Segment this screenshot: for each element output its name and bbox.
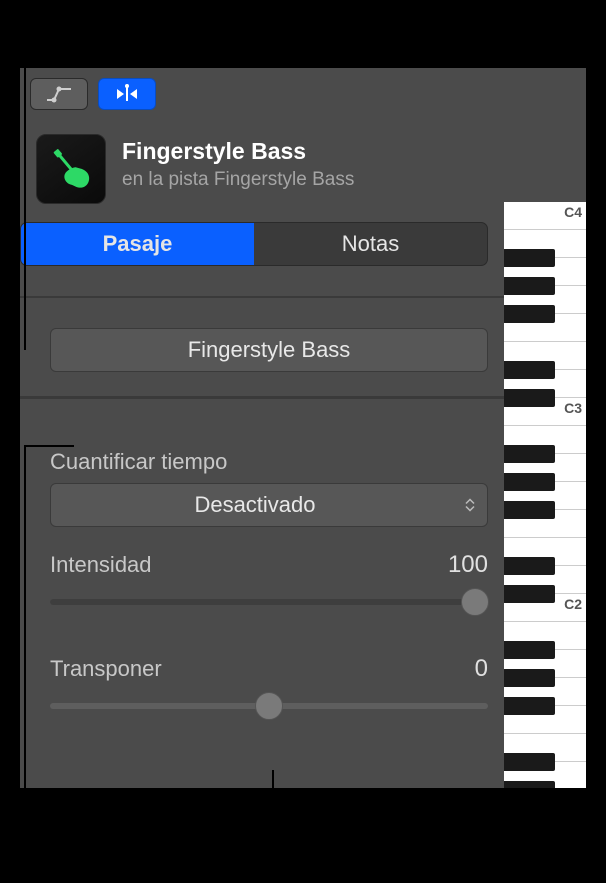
black-key[interactable] [504,753,555,771]
intensity-value[interactable]: 100 [448,551,488,579]
instrument-header: Fingerstyle Bass en la pista Fingerstyle… [20,120,504,214]
key-label: C2 [564,596,582,612]
black-key[interactable] [504,697,555,715]
instrument-icon-box[interactable] [36,134,106,204]
key-label: C4 [564,204,582,220]
transpose-slider-thumb[interactable] [255,692,283,720]
transpose-value[interactable]: 0 [475,655,488,683]
black-key[interactable] [504,277,555,295]
quantize-select[interactable]: Desactivado [50,483,488,527]
black-key[interactable] [504,641,555,659]
view-mode-tabs: Pasaje Notas [20,222,488,266]
tab-region[interactable]: Pasaje [21,223,254,265]
toolbar [20,68,504,120]
controls-section: Cuantificar tiempo Desactivado Intensida… [20,399,504,709]
quantize-value: Desactivado [194,492,315,517]
catch-mode-button[interactable] [98,78,156,110]
automation-mode-button[interactable] [30,78,88,110]
divider [20,296,504,298]
transpose-slider[interactable] [50,703,488,709]
black-key[interactable] [504,585,555,603]
region-name-field[interactable]: Fingerstyle Bass [50,328,488,372]
chevron-updown-icon [465,499,475,512]
transpose-label: Transponer [50,656,162,682]
black-key[interactable] [504,557,555,575]
bass-guitar-icon [43,141,99,197]
instrument-text: Fingerstyle Bass en la pista Fingerstyle… [122,134,488,204]
catch-playhead-icon [113,84,141,104]
black-key[interactable] [504,361,555,379]
key-label: C3 [564,400,582,416]
black-key[interactable] [504,305,555,323]
main-content: Fingerstyle Bass en la pista Fingerstyle… [20,68,504,788]
inspector-panel: Fingerstyle Bass en la pista Fingerstyle… [20,68,586,788]
intensity-slider-fill [50,599,475,605]
tab-notes[interactable]: Notas [254,223,487,265]
intensity-row: Intensidad 100 [50,551,488,579]
piano-keyboard[interactable]: C4C3C2C1 [504,202,586,788]
intensity-slider[interactable] [50,599,488,605]
black-key[interactable] [504,445,555,463]
instrument-subtitle: en la pista Fingerstyle Bass [122,169,488,191]
quantize-label: Cuantificar tiempo [50,449,488,475]
automation-curve-icon [45,84,73,104]
black-key[interactable] [504,501,555,519]
black-key[interactable] [504,473,555,491]
intensity-slider-thumb[interactable] [461,588,489,616]
black-key[interactable] [504,389,555,407]
transpose-row: Transponer 0 [50,655,488,683]
black-key[interactable] [504,781,555,788]
black-key[interactable] [504,249,555,267]
intensity-label: Intensidad [50,552,152,578]
black-key[interactable] [504,669,555,687]
instrument-title: Fingerstyle Bass [122,138,488,165]
